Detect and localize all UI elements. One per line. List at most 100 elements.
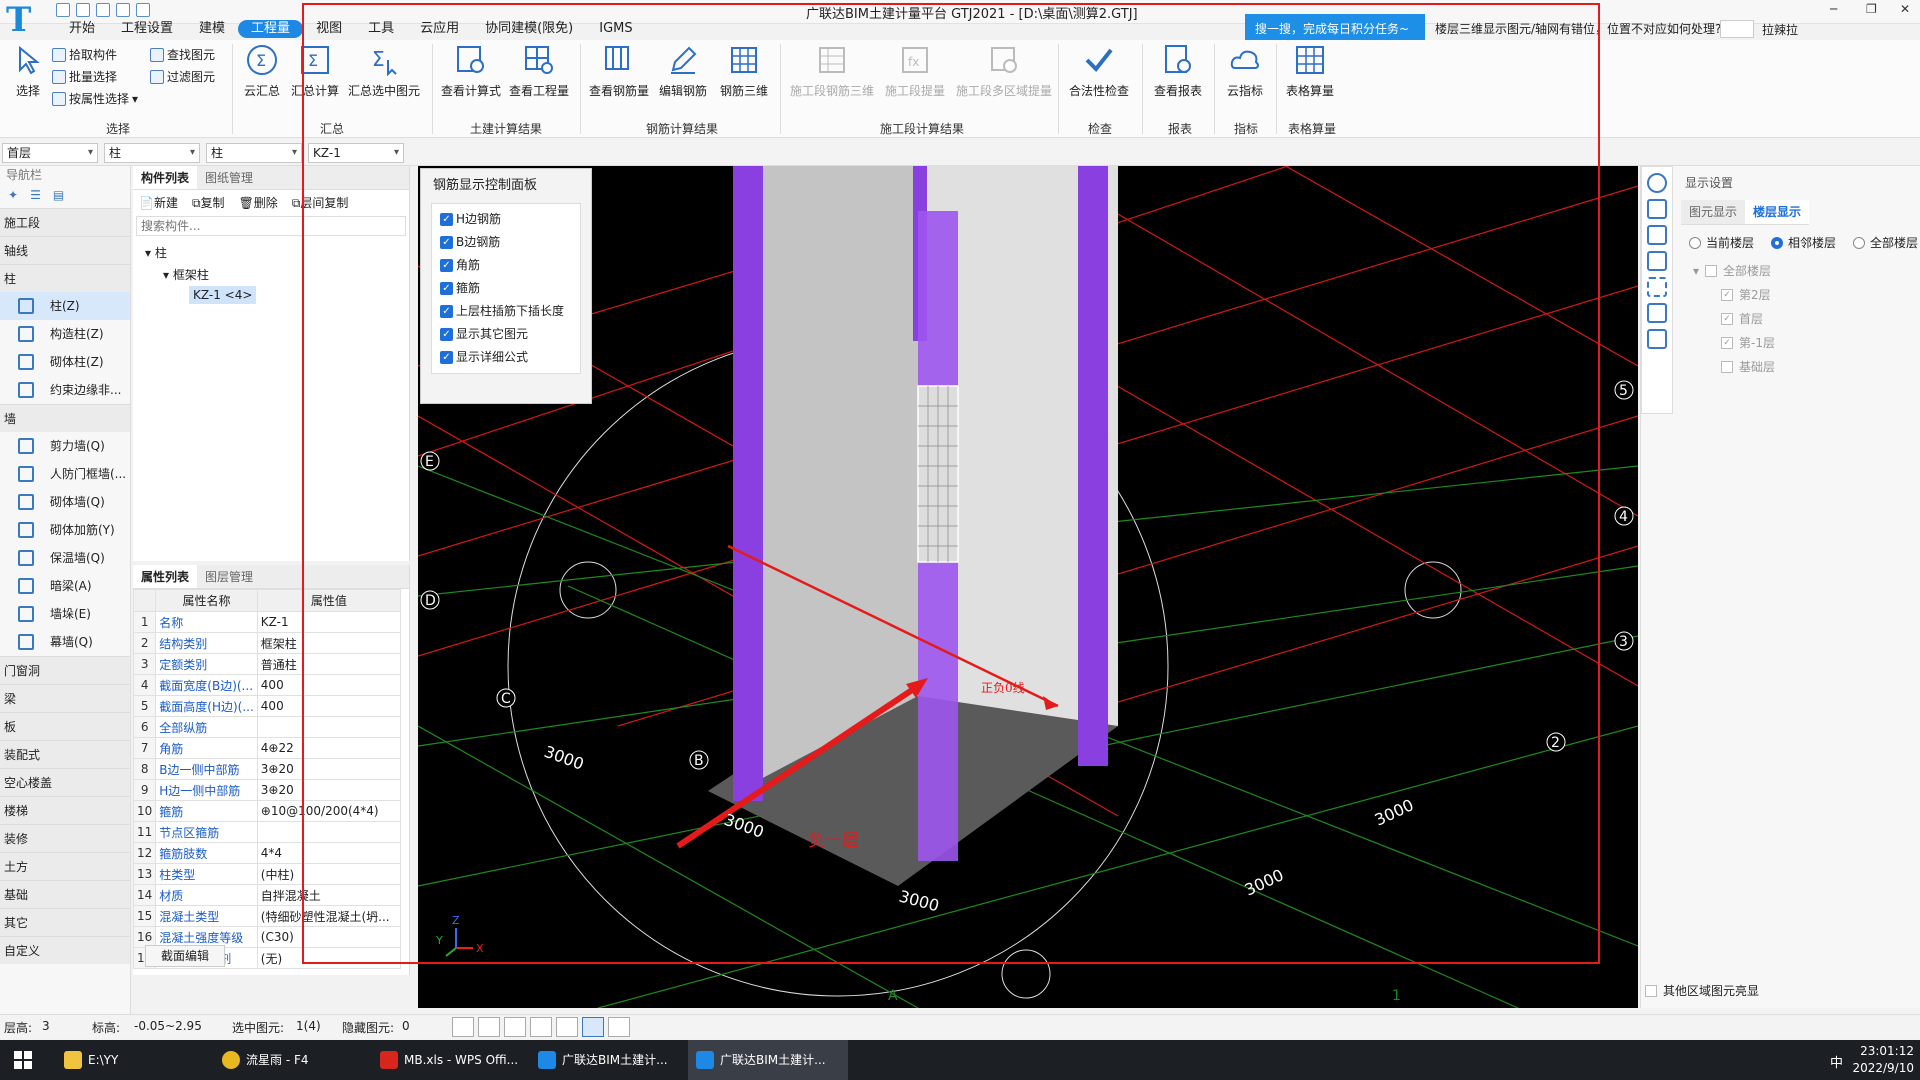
box-icon[interactable]	[1647, 251, 1667, 271]
copy-component-button[interactable]: ⧉复制	[192, 194, 225, 210]
option-upper-dowel[interactable]: 上层柱插筋下插长度	[432, 300, 580, 323]
component-search-input[interactable]	[136, 216, 406, 236]
new-component-button[interactable]: 📄新建	[139, 194, 178, 210]
category-select[interactable]: 柱	[104, 143, 200, 163]
property-row[interactable]: 12 箍筋肢数 4*4	[132, 842, 402, 864]
nav-item-masonry-wall[interactable]: 砌体墙(Q)	[0, 488, 130, 516]
nav-item-shear-wall[interactable]: 剪力墙(Q)	[0, 432, 130, 460]
menu-project-settings[interactable]: 工程设置	[108, 20, 186, 38]
clock-time[interactable]: 23:01:12	[1858, 1044, 1914, 1058]
property-value[interactable]: (中柱)	[256, 863, 402, 885]
floor-select[interactable]: 首层	[2, 143, 98, 163]
property-value[interactable]: 400	[256, 695, 402, 717]
dynamic-view-icon[interactable]	[1647, 303, 1667, 323]
nav-cat-other[interactable]: 其它	[0, 908, 130, 936]
ortho-icon[interactable]	[452, 1017, 474, 1037]
menu-view[interactable]: 视图	[303, 20, 355, 38]
view-formula-button[interactable]: 查看计算式	[440, 44, 502, 99]
stage-rebar-3d-button[interactable]: 施工段钢筋三维	[788, 44, 876, 99]
windows-start-icon[interactable]	[14, 1051, 32, 1069]
task-explorer[interactable]: E:\YY	[56, 1040, 206, 1080]
select-button[interactable]: 选择	[10, 44, 46, 99]
nav-item-curtain-wall[interactable]: 幕墙(Q)	[0, 628, 130, 656]
tab-drawing-manage[interactable]: 图纸管理	[197, 166, 261, 189]
ime-indicator[interactable]: 中	[1830, 1052, 1843, 1071]
nav-cat-slab[interactable]: 板	[0, 712, 130, 740]
pin-icon[interactable]: ✦	[8, 188, 18, 204]
stage-quantity-button[interactable]: fx 施工段提量	[880, 44, 950, 99]
menu-igms[interactable]: IGMS	[586, 20, 645, 38]
nav-cat-openings[interactable]: 门窗洞	[0, 656, 130, 684]
task-gtj-2[interactable]: 广联达BIM土建计...	[688, 1040, 848, 1080]
nav-cat-axis[interactable]: 轴线	[0, 236, 130, 264]
nav-cat-custom[interactable]: 自定义	[0, 936, 130, 964]
task-meteor[interactable]: 流星雨 - F4	[214, 1040, 364, 1080]
floor-minus1-checkbox[interactable]: ✓ 第-1层	[1721, 334, 1775, 351]
nav-item-edge-member[interactable]: 约束边缘非...	[0, 376, 130, 404]
sum-selected-button[interactable]: Σ 汇总选中图元	[346, 44, 422, 99]
nav-item-construct-column[interactable]: 构造柱(Z)	[0, 320, 130, 348]
menu-collab[interactable]: 协同建模(限免)	[472, 20, 586, 38]
top-search-input[interactable]	[1720, 20, 1754, 38]
property-value[interactable]: 3⊕20	[256, 779, 402, 801]
floor-foundation-checkbox[interactable]: 基础层	[1721, 358, 1775, 375]
nav-cat-stair[interactable]: 楼梯	[0, 796, 130, 824]
properties-edit-icon[interactable]	[1647, 329, 1667, 349]
property-value[interactable]: 3⊕20	[256, 758, 402, 780]
sum-calc-button[interactable]: Σ 汇总计算	[290, 44, 340, 99]
nav-cat-wall[interactable]: 墙	[0, 404, 130, 432]
floor-2-checkbox[interactable]: ✓ 第2层	[1721, 286, 1771, 303]
tree-item[interactable]: KZ-1 <4>	[145, 286, 409, 310]
find-element-button[interactable]: 查找图元	[150, 46, 215, 63]
select-by-property-button[interactable]: 按属性选择 ▾	[52, 90, 138, 107]
option-show-other[interactable]: 显示其它图元	[432, 323, 580, 346]
property-row[interactable]: 14 材质 自拌混凝土	[132, 884, 402, 906]
menu-quantity[interactable]: 工程量	[238, 20, 304, 38]
restore-button[interactable]: ❐	[1866, 2, 1877, 16]
nav-cat-beam[interactable]: 梁	[0, 684, 130, 712]
nav-cat-column[interactable]: 柱	[0, 264, 130, 292]
angle-icon[interactable]	[530, 1017, 552, 1037]
pick-component-button[interactable]: 拾取构件	[52, 46, 117, 63]
list-view-icon[interactable]: ☰	[30, 188, 41, 204]
nav-cat-prefab[interactable]: 装配式	[0, 740, 130, 768]
nav-cat-stage[interactable]: 施工段	[0, 208, 130, 236]
minimize-button[interactable]: ─	[1830, 2, 1837, 16]
nav-item-wall-pier[interactable]: 墙垛(E)	[0, 600, 130, 628]
tree-root[interactable]: ▾ 柱	[145, 244, 409, 266]
component-select[interactable]: KZ-1	[308, 143, 404, 163]
view-rebar-button[interactable]: 查看钢筋量	[588, 44, 650, 99]
task-wps[interactable]: MB.xls - WPS Offi...	[372, 1040, 522, 1080]
fit-view-icon[interactable]	[1647, 277, 1667, 297]
property-value[interactable]: 4*4	[256, 842, 402, 864]
floor-1-checkbox[interactable]: ✓ 首层	[1721, 310, 1763, 327]
floor-copy-button[interactable]: ⧉层间复制	[292, 194, 349, 210]
option-b-rebar[interactable]: B边钢筋	[432, 231, 580, 254]
stage-multi-region-button[interactable]: 施工段多区域提量	[954, 44, 1054, 99]
property-value[interactable]: ⊕10@100/200(4*4)	[256, 800, 402, 822]
other-region-checkbox[interactable]: 其他区域图元亮显	[1645, 982, 1759, 999]
cross-icon[interactable]	[504, 1017, 526, 1037]
property-value[interactable]: (C30)	[256, 926, 402, 948]
radio-current-floor[interactable]: 当前楼层	[1689, 234, 1754, 251]
nav-item-hidden-beam[interactable]: 暗梁(A)	[0, 572, 130, 600]
property-row[interactable]: 9 H边一侧中部筋 3⊕20	[132, 779, 402, 801]
detail-view-icon[interactable]: ▤	[53, 188, 64, 204]
measure-icon[interactable]	[608, 1017, 630, 1037]
nav-cat-earthwork[interactable]: 土方	[0, 852, 130, 880]
view-report-button[interactable]: 查看报表	[1150, 44, 1206, 99]
batch-select-button[interactable]: 批量选择	[52, 68, 117, 85]
table-quantity-button[interactable]: 表格算量	[1282, 44, 1338, 99]
cloud-index-button[interactable]: 云指标	[1220, 44, 1270, 99]
menu-tools[interactable]: 工具	[355, 20, 407, 38]
property-row[interactable]: 8 B边一侧中部筋 3⊕20	[132, 758, 402, 780]
nav-item-column[interactable]: 柱(Z)	[0, 292, 130, 320]
cloud-sum-button[interactable]: Σ 云汇总	[240, 44, 284, 99]
tab-layer-manage[interactable]: 图层管理	[197, 565, 261, 588]
property-row[interactable]: 13 柱类型 (中柱)	[132, 863, 402, 885]
tree-group[interactable]: ▾ 框架柱	[145, 266, 409, 288]
radio-adjacent-floor[interactable]: 相邻楼层	[1771, 234, 1836, 251]
3d-viewport[interactable]: 正负0线 负一层 3000 3000 3000 3000 3000 E D C …	[418, 166, 1638, 1008]
task-gtj-1[interactable]: 广联达BIM土建计...	[530, 1040, 680, 1080]
user-name[interactable]: 拉辣拉	[1762, 21, 1798, 38]
